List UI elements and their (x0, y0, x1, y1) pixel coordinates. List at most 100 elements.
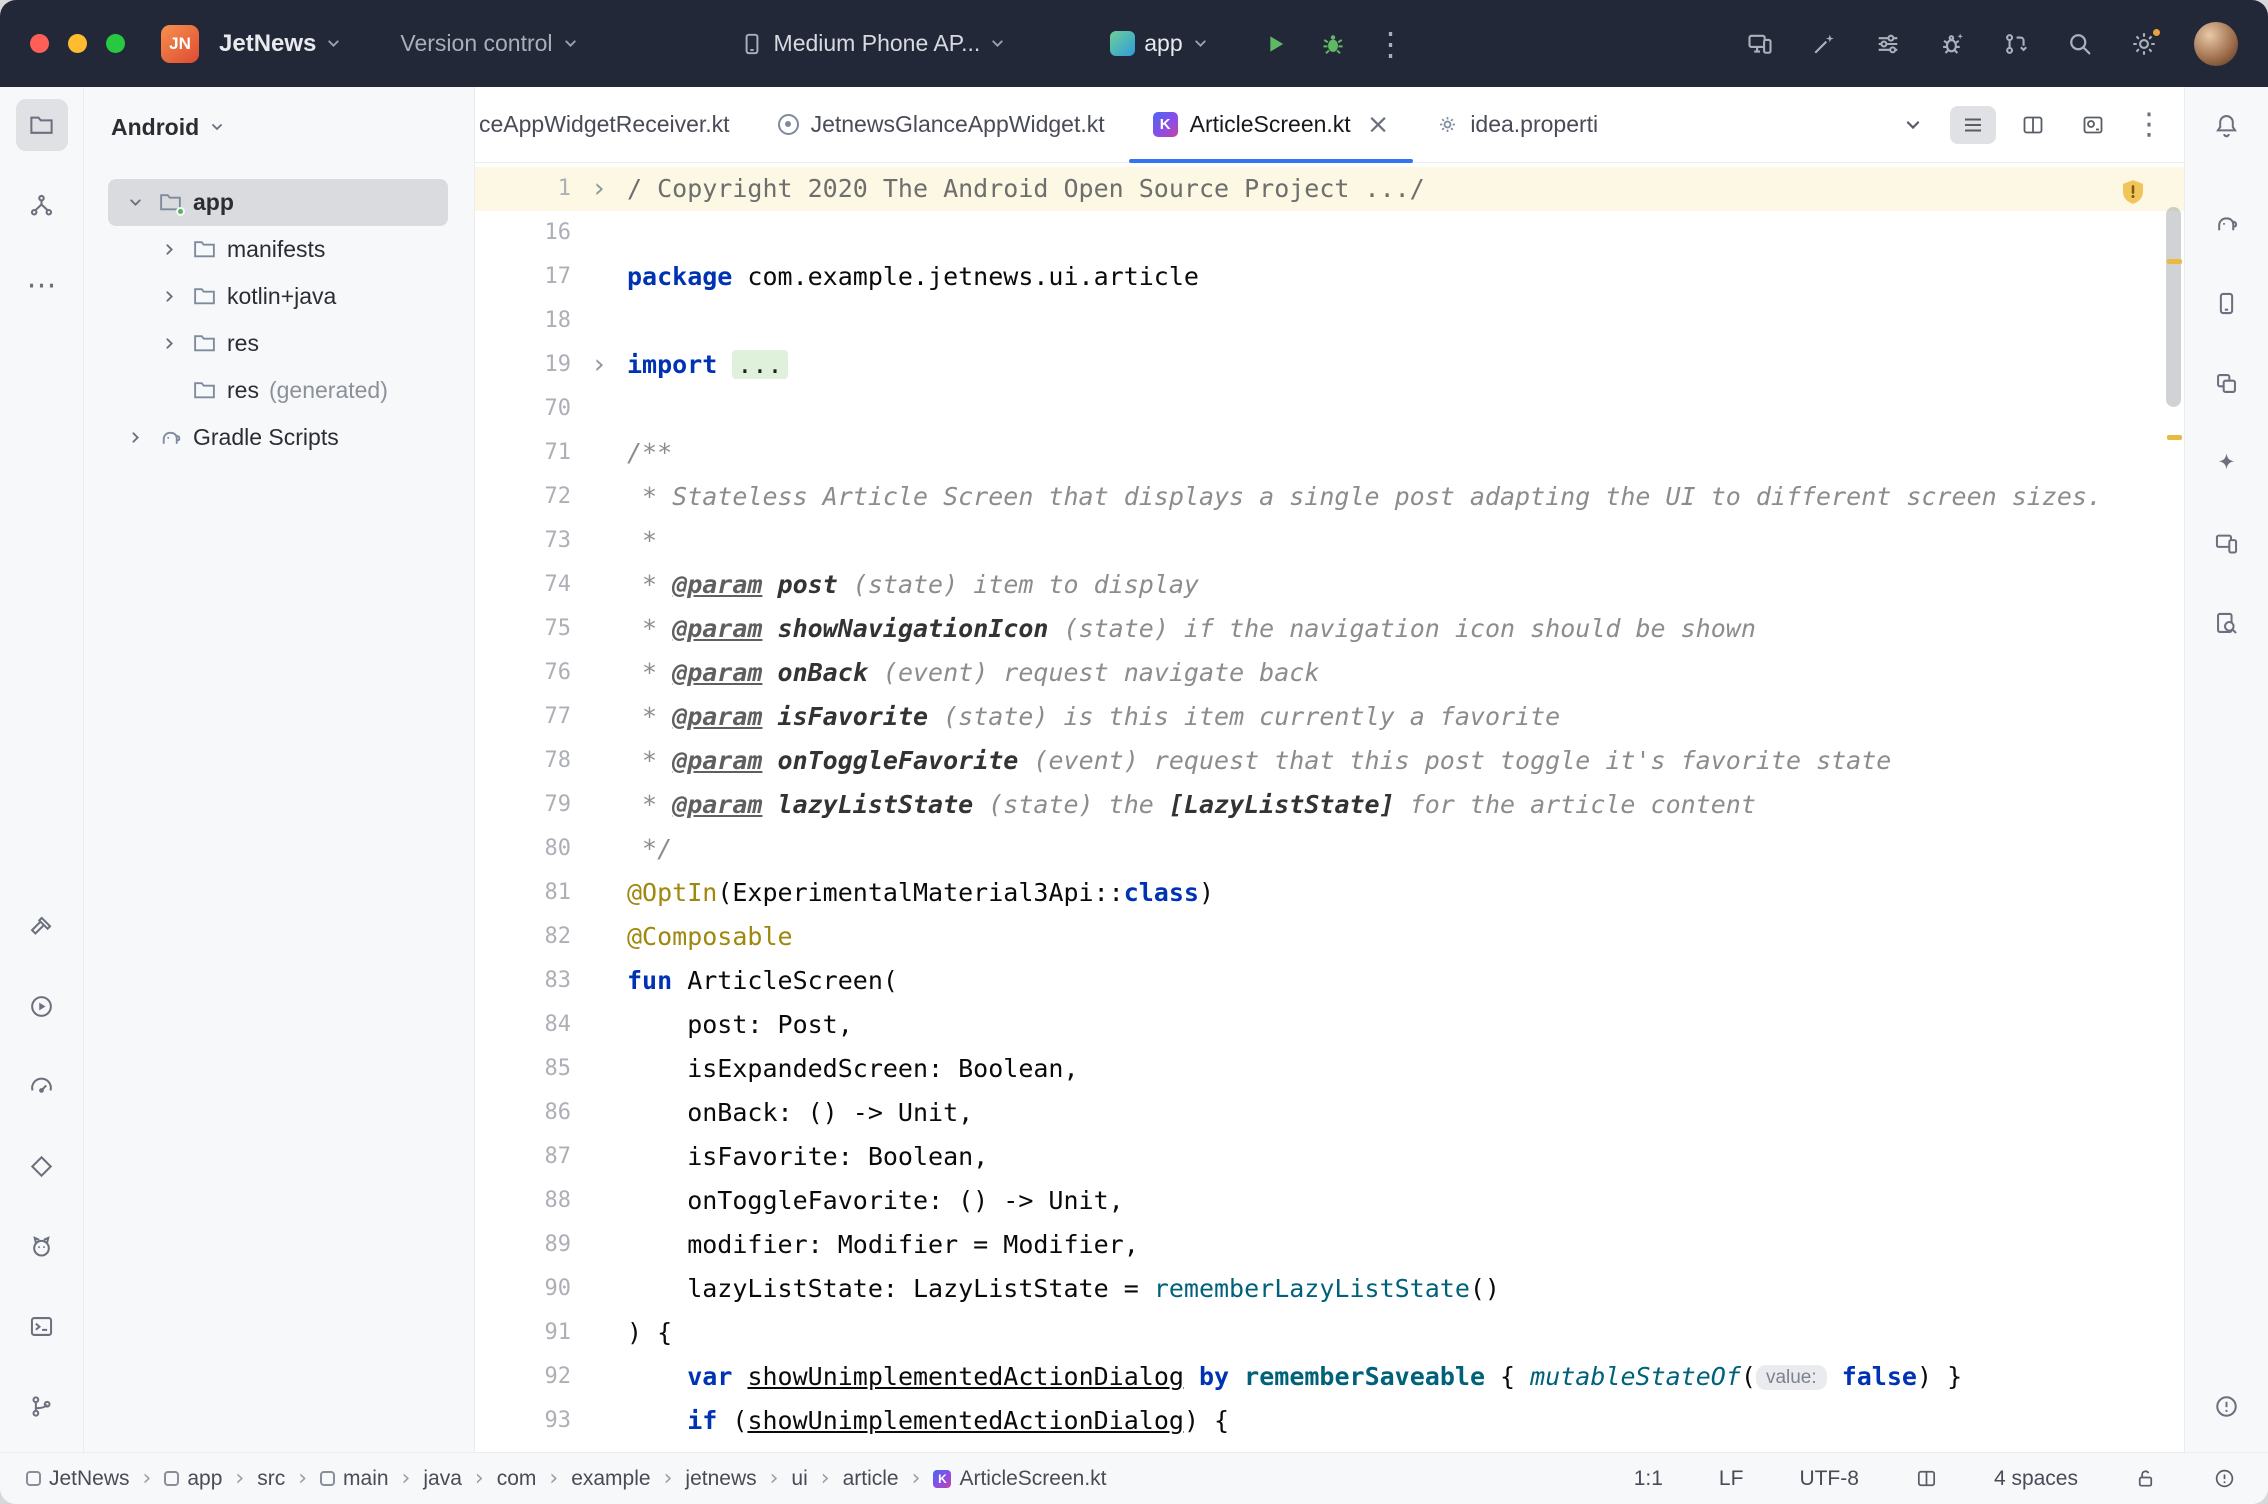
code-line[interactable]: 79 * @param lazyListState (state) the [L… (475, 783, 2184, 827)
debug-button[interactable] (1319, 30, 1347, 58)
inspection-warnings-icon[interactable] (2118, 177, 2148, 207)
breadcrumb-item[interactable]: KArticleScreen.kt (933, 1467, 1106, 1491)
terminal-tool-button[interactable] (16, 1300, 68, 1352)
code-line[interactable]: 93 if (showUnimplementedActionDialog) { (475, 1399, 2184, 1443)
project-menu[interactable]: JetNews (213, 29, 348, 59)
version-control-tool-button[interactable] (16, 1380, 68, 1432)
code-view-toggle[interactable] (1950, 106, 1996, 144)
device-manager-button[interactable] (2201, 277, 2253, 329)
code-line[interactable]: 18 (475, 299, 2184, 343)
code-line[interactable]: 78 * @param onToggleFavorite (event) req… (475, 739, 2184, 783)
code-line[interactable]: 19›import ... (475, 343, 2184, 387)
zoom-window-button[interactable] (106, 34, 125, 53)
notifications-button[interactable] (2201, 99, 2253, 151)
code-line[interactable]: 92 var showUnimplementedActionDialog by … (475, 1355, 2184, 1399)
settings-button[interactable] (2130, 30, 2158, 58)
build-variants-button[interactable] (2201, 357, 2253, 409)
project-tool-button[interactable] (16, 99, 68, 151)
tab-glance-widget[interactable]: JetnewsGlanceAppWidget.kt (754, 87, 1129, 162)
run-configuration-selector[interactable]: app (1104, 29, 1214, 58)
split-view-toggle[interactable] (2010, 106, 2056, 144)
tab-article-screen[interactable]: K ArticleScreen.kt × (1129, 87, 1414, 162)
vcs-menu[interactable]: Version control (394, 29, 584, 58)
run-tool-button[interactable] (16, 980, 68, 1032)
reader-mode-button[interactable] (1909, 1466, 1944, 1491)
tab-receiver[interactable]: ceAppWidgetReceiver.kt (475, 87, 754, 162)
tab-idea-properties[interactable]: idea.properti (1413, 87, 1622, 162)
gradle-tool-button[interactable] (2201, 197, 2253, 249)
code-line[interactable]: 17package com.example.jetnews.ui.article (475, 255, 2184, 299)
code-line[interactable]: 84 post: Post, (475, 1003, 2184, 1047)
tree-item-app[interactable]: app (108, 179, 448, 226)
breadcrumb-item[interactable]: com (497, 1467, 537, 1491)
minimize-window-button[interactable] (68, 34, 87, 53)
line-separator-widget[interactable]: LF (1713, 1466, 1750, 1492)
code-line[interactable]: 75 * @param showNavigationIcon (state) i… (475, 607, 2184, 651)
chevron-right-icon[interactable] (156, 241, 182, 258)
code-line[interactable]: 91) { (475, 1311, 2184, 1355)
design-view-toggle[interactable] (2070, 106, 2116, 144)
code-line[interactable]: 88 onToggleFavorite: () -> Unit, (475, 1179, 2184, 1223)
warning-stripe-mark[interactable] (2167, 259, 2182, 264)
run-button[interactable] (1261, 30, 1289, 58)
editor-options-button[interactable]: ⋮ (2130, 107, 2168, 142)
branch-sync-button[interactable] (2002, 30, 2030, 58)
code-line[interactable]: 86 onBack: () -> Unit, (475, 1091, 2184, 1135)
code-line[interactable]: 71/** (475, 431, 2184, 475)
code-line[interactable]: 70 (475, 387, 2184, 431)
breadcrumb-item[interactable]: example (571, 1467, 650, 1491)
tree-item-res[interactable]: res (108, 320, 448, 367)
code-line[interactable]: 1›/ Copyright 2020 The Android Open Sour… (475, 167, 2184, 211)
breadcrumb-item[interactable]: article (843, 1467, 899, 1491)
tree-item-res-generated[interactable]: res (generated) (108, 367, 448, 414)
code-line[interactable]: 90 lazyListState: LazyListState = rememb… (475, 1267, 2184, 1311)
code-line[interactable]: 72 * Stateless Article Screen that displ… (475, 475, 2184, 519)
tree-item-kotlin-java[interactable]: kotlin+java (108, 273, 448, 320)
more-tool-windows-button[interactable]: ⋯ (16, 259, 68, 311)
problems-button[interactable] (2201, 1380, 2253, 1432)
chevron-right-icon[interactable] (156, 288, 182, 305)
breadcrumb-item[interactable]: app (164, 1467, 222, 1491)
gemini-button[interactable] (2201, 437, 2253, 489)
code-line[interactable]: 77 * @param isFavorite (state) is this i… (475, 695, 2184, 739)
code-editor[interactable]: 1›/ Copyright 2020 The Android Open Sour… (475, 163, 2184, 1452)
code-line[interactable]: 80 */ (475, 827, 2184, 871)
close-window-button[interactable] (30, 34, 49, 53)
magic-wand-button[interactable] (1810, 30, 1838, 58)
search-button[interactable] (2066, 30, 2094, 58)
encoding-widget[interactable]: UTF-8 (1793, 1466, 1865, 1492)
chevron-down-icon[interactable] (122, 194, 148, 211)
code-line[interactable]: 81@OptIn(ExperimentalMaterial3Api::class… (475, 871, 2184, 915)
running-devices-button[interactable] (2201, 517, 2253, 569)
more-options-button[interactable]: ⋮ (1375, 25, 1407, 63)
bug-sparkle-button[interactable] (1938, 30, 1966, 58)
indent-widget[interactable]: 4 spaces (1988, 1466, 2084, 1492)
code-line[interactable]: 89 modifier: Modifier = Modifier, (475, 1223, 2184, 1267)
chevron-right-icon[interactable] (156, 335, 182, 352)
breadcrumb-item[interactable]: ui (791, 1467, 807, 1491)
device-selector[interactable]: Medium Phone AP... (733, 29, 1013, 58)
breadcrumb-item[interactable]: java (423, 1467, 462, 1491)
breadcrumb-item[interactable]: JetNews (26, 1467, 130, 1491)
fold-chevron-icon[interactable]: › (571, 167, 627, 211)
code-line[interactable]: 76 * @param onBack (event) request navig… (475, 651, 2184, 695)
chevron-right-icon[interactable] (122, 429, 148, 446)
sliders-button[interactable] (1874, 30, 1902, 58)
tree-item-gradle-scripts[interactable]: Gradle Scripts (108, 414, 448, 461)
project-view-selector[interactable]: Android (84, 95, 474, 159)
code-line[interactable]: 83fun ArticleScreen( (475, 959, 2184, 1003)
code-line[interactable]: 16 (475, 211, 2184, 255)
caret-position-widget[interactable]: 1:1 (1628, 1466, 1669, 1492)
code-line[interactable]: 74 * @param post (state) item to display (475, 563, 2184, 607)
app-quality-insights-button[interactable] (16, 1140, 68, 1192)
scrollbar-thumb[interactable] (2166, 207, 2181, 407)
warning-stripe-mark[interactable] (2167, 435, 2182, 440)
device-mirror-button[interactable] (1746, 30, 1774, 58)
code-line[interactable]: 87 isFavorite: Boolean, (475, 1135, 2184, 1179)
hidden-tabs-button[interactable] (1890, 106, 1936, 144)
notifications-status-button[interactable] (2207, 1466, 2242, 1491)
breadcrumb-item[interactable]: jetnews (685, 1467, 756, 1491)
logcat-tool-button[interactable] (16, 1220, 68, 1272)
tree-item-manifests[interactable]: manifests (108, 226, 448, 273)
code-line[interactable]: 73 * (475, 519, 2184, 563)
